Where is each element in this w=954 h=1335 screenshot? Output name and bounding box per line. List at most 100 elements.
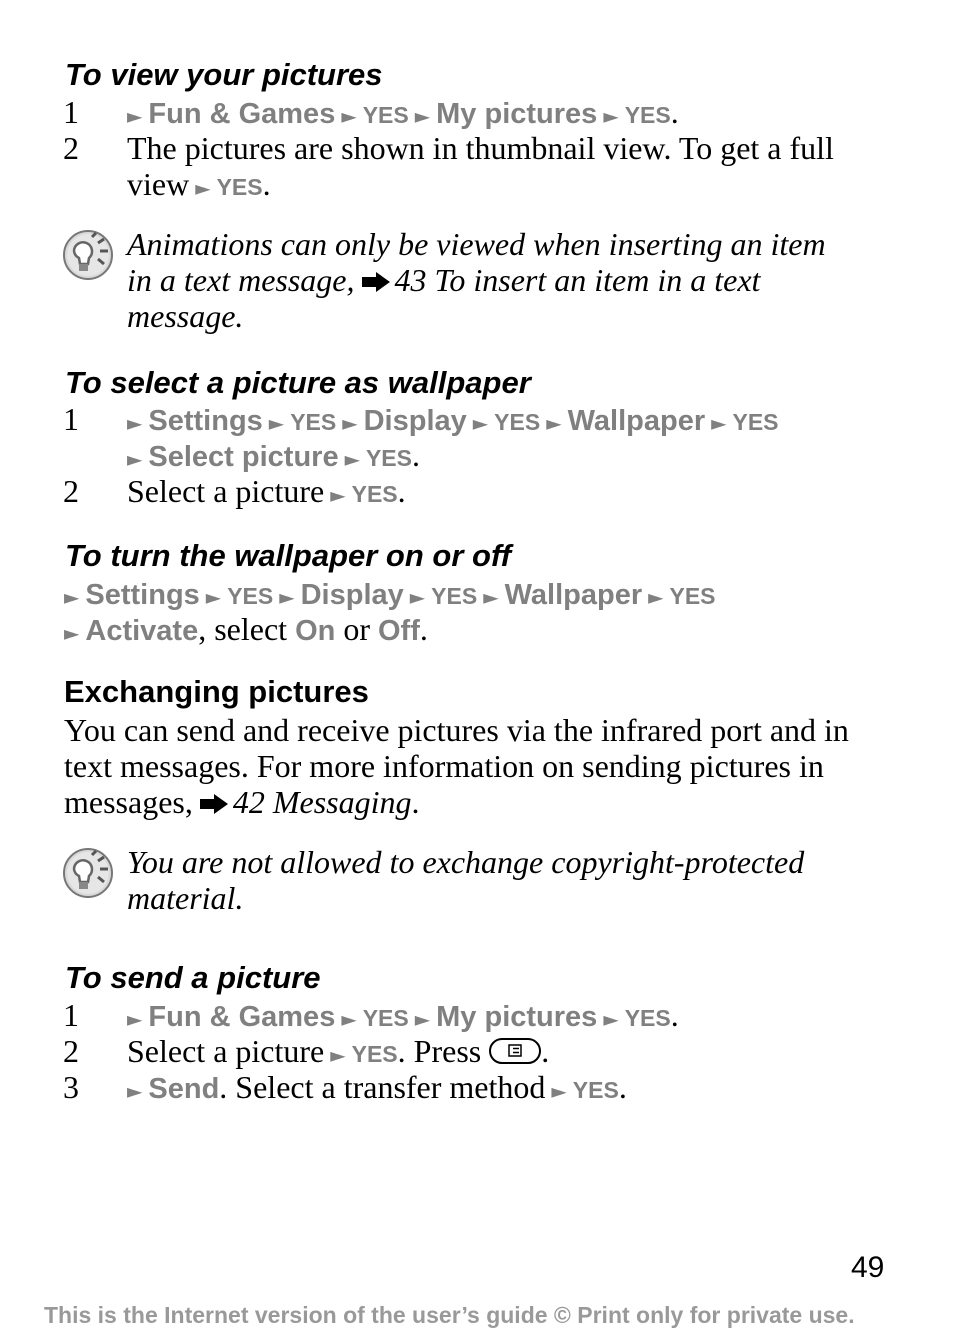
reference-arrow-icon	[199, 794, 228, 814]
note-text: in a text message,	[127, 262, 355, 298]
heading-view-pictures: To view your pictures	[65, 57, 383, 92]
menu-wallpaper: Wallpaper	[567, 405, 706, 437]
yes-key: YES	[351, 1041, 398, 1067]
step-number: 3	[63, 1069, 79, 1105]
yes-key: YES	[624, 1005, 671, 1031]
period: .	[541, 1033, 550, 1069]
menu-display: Display	[363, 405, 467, 437]
arrow-icon: ►	[127, 1079, 143, 1103]
period: .	[670, 997, 679, 1033]
option-on: On	[295, 615, 336, 647]
exchanging-line1: You can send and receive pictures via th…	[64, 712, 849, 748]
arrow-icon: ►	[472, 411, 489, 435]
step-view-1: ► Fun & Games ► YES ► My pictures ► YES.	[127, 94, 679, 134]
exchanging-line3: messages, 42 Messaging.	[64, 784, 420, 820]
yes-key: YES	[624, 102, 671, 128]
period: .	[618, 1069, 627, 1105]
menu-settings: Settings	[148, 405, 263, 437]
arrow-icon: ►	[341, 104, 357, 128]
menu-my-pictures: My pictures	[436, 98, 598, 130]
arrow-icon: ►	[648, 585, 664, 609]
arrow-icon: ►	[64, 621, 80, 645]
reference-arrow-icon	[361, 272, 390, 292]
period: .	[411, 784, 420, 820]
arrow-icon: ►	[603, 1007, 619, 1031]
option-off: Off	[378, 615, 420, 647]
arrow-icon: ►	[127, 1007, 143, 1031]
lightbulb-tip-icon	[63, 848, 113, 898]
yes-key: YES	[494, 409, 541, 435]
text: messages,	[64, 784, 193, 820]
arrow-icon: ►	[483, 585, 499, 609]
yes-key: YES	[732, 409, 779, 435]
heading-select-wallpaper: To select a picture as wallpaper	[65, 365, 531, 400]
period: .	[412, 437, 420, 473]
text: . Select a transfer method	[219, 1069, 546, 1105]
menu-display: Display	[300, 579, 404, 611]
exchanging-line2: text messages. For more information on s…	[64, 748, 824, 784]
period: .	[262, 166, 271, 202]
step-send-1: ► Fun & Games ► YES ► My pictures ► YES.	[127, 997, 679, 1037]
arrow-icon: ►	[205, 585, 222, 609]
note-animations-line1: Animations can only be viewed when inser…	[127, 226, 826, 262]
arrow-icon: ►	[546, 411, 562, 435]
step-number: 2	[63, 473, 79, 509]
step-text: view	[127, 166, 190, 202]
options-key-icon	[489, 1038, 542, 1064]
yes-key: YES	[362, 102, 409, 128]
manual-page: To view your pictures 1 ► Fun & Games ► YES…	[0, 0, 954, 1335]
step-wallpaper-1-line1: ► Settings ► YES ► Display ► YES ► Wallpaper ► YES	[127, 401, 779, 441]
arrow-icon: ►	[414, 104, 431, 128]
period: .	[397, 473, 406, 509]
text: . Press	[397, 1033, 482, 1069]
arrow-icon: ►	[711, 411, 727, 435]
wallpaper-onoff-line2: ► Activate, select On or Off.	[64, 611, 428, 651]
arrow-icon: ►	[195, 176, 211, 200]
arrow-icon: ►	[64, 585, 80, 609]
menu-fun-games: Fun & Games	[148, 98, 336, 130]
wallpaper-onoff-line1: ► Settings ► YES ► Display ► YES ► Wallpaper ► YES	[64, 575, 716, 615]
step-number: 1	[63, 94, 79, 130]
step-send-3: ► Send. Select a transfer method ► YES.	[127, 1069, 627, 1109]
arrow-icon: ►	[268, 411, 285, 435]
yes-key: YES	[572, 1077, 619, 1103]
step-number: 2	[63, 130, 79, 166]
step-text: Select a picture	[127, 473, 325, 509]
note-copyright-line2: material.	[127, 880, 244, 916]
arrow-icon: ►	[551, 1079, 567, 1103]
step-number: 1	[63, 997, 79, 1033]
yes-key: YES	[351, 481, 398, 507]
arrow-icon: ►	[341, 1007, 357, 1031]
step-send-2: Select a picture ► YES. Press.	[127, 1033, 549, 1073]
step-number: 2	[63, 1033, 79, 1069]
note-animations-line3: message.	[127, 298, 244, 334]
yes-key: YES	[431, 583, 478, 609]
period: .	[419, 611, 428, 647]
menu-lines-icon	[508, 1044, 522, 1057]
note-animations-line2: in a text message, 43 To insert an item i…	[127, 262, 760, 298]
arrow-icon: ►	[342, 411, 358, 435]
arrow-icon: ►	[127, 104, 143, 128]
footer-notice: This is the Internet version of the user…	[44, 1302, 855, 1328]
step-number: 1	[63, 401, 79, 437]
arrow-icon: ►	[603, 104, 619, 128]
menu-send: Send	[148, 1073, 220, 1105]
arrow-icon: ►	[279, 585, 295, 609]
menu-fun-games: Fun & Games	[148, 1001, 336, 1033]
text: , select	[198, 611, 296, 647]
arrow-icon: ►	[414, 1007, 431, 1031]
period: .	[670, 94, 679, 130]
step-text: Select a picture	[127, 1033, 325, 1069]
arrow-icon: ►	[330, 1043, 346, 1067]
menu-settings: Settings	[85, 579, 200, 611]
text: or	[335, 611, 378, 647]
cross-reference-link[interactable]: 43 To insert an item in a text	[395, 262, 761, 298]
yes-key: YES	[365, 445, 412, 471]
yes-key: YES	[290, 409, 337, 435]
yes-key: YES	[362, 1005, 409, 1031]
menu-select-picture: Select picture	[148, 441, 339, 473]
page-number: 49	[851, 1251, 885, 1284]
heading-send-picture: To send a picture	[65, 960, 321, 995]
cross-reference-link[interactable]: 42 Messaging	[233, 784, 412, 820]
yes-key: YES	[216, 174, 263, 200]
